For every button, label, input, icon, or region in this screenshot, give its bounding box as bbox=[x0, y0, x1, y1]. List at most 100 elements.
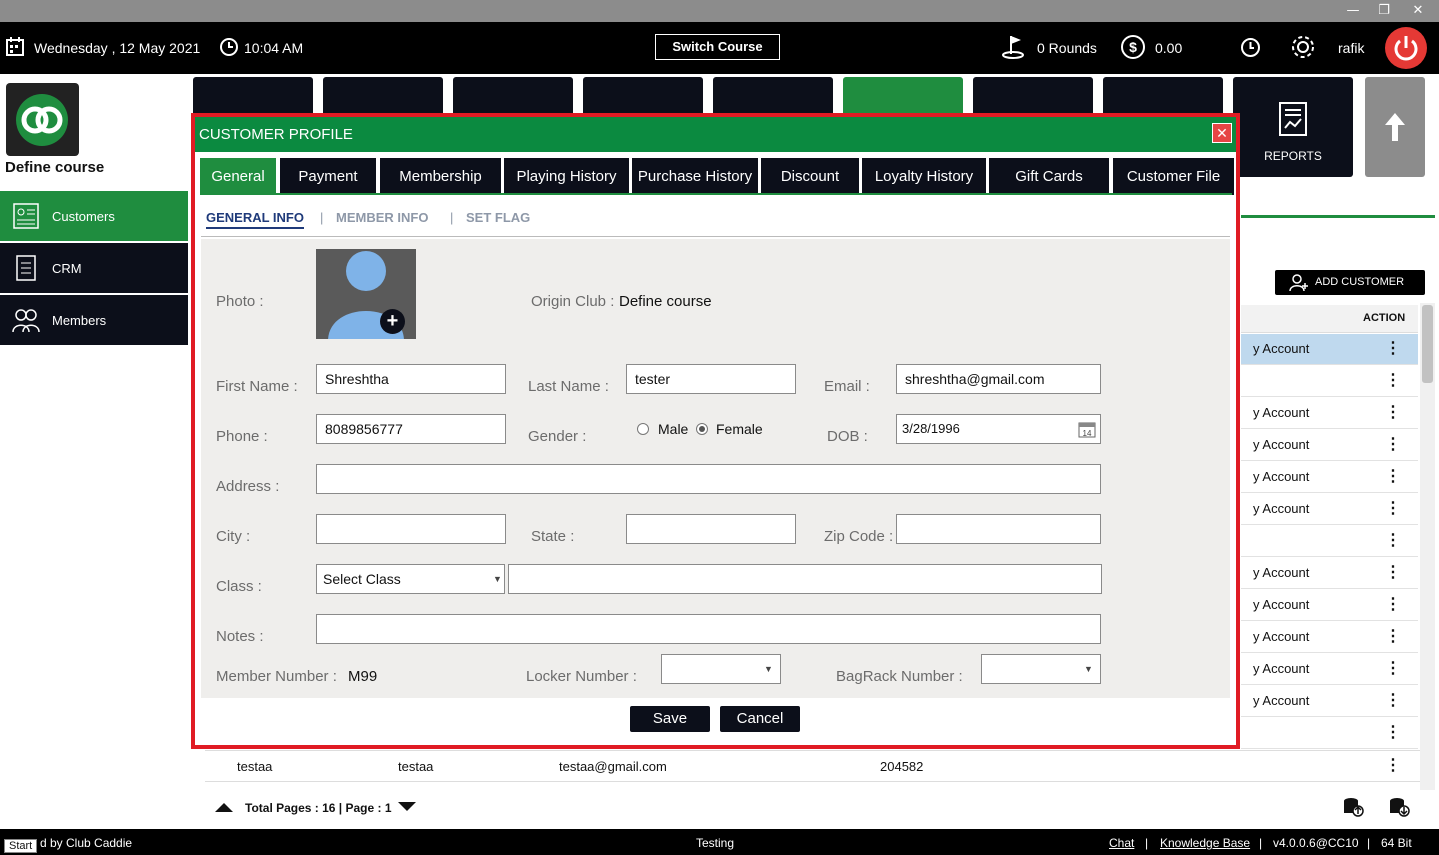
origin-club-value: Define course bbox=[619, 293, 712, 310]
username[interactable]: rafik bbox=[1338, 40, 1364, 56]
row-account-text: y Account bbox=[1253, 469, 1310, 484]
row-divider bbox=[1241, 460, 1418, 461]
tab-membership[interactable]: Membership bbox=[380, 158, 501, 195]
window-close-button[interactable]: ✕ bbox=[1408, 2, 1428, 20]
separator: | bbox=[1145, 836, 1149, 850]
dollar-icon: $ bbox=[1121, 35, 1145, 59]
tab-discount[interactable]: Discount bbox=[761, 158, 859, 195]
database-upload-icon[interactable] bbox=[1342, 796, 1364, 818]
gear-icon[interactable] bbox=[1290, 34, 1316, 60]
page-down-icon[interactable] bbox=[397, 801, 417, 813]
knowledge-base-link[interactable]: Knowledge Base bbox=[1160, 836, 1250, 850]
table-scrollbar[interactable] bbox=[1420, 303, 1435, 790]
report-icon bbox=[1279, 102, 1307, 136]
tab-customer-file[interactable]: Customer File bbox=[1113, 158, 1234, 195]
tab-general[interactable]: General bbox=[200, 158, 276, 195]
class-select[interactable]: Select Class ▼ bbox=[316, 564, 505, 594]
sidebar-item-label: Customers bbox=[52, 209, 115, 224]
city-field[interactable] bbox=[316, 514, 506, 544]
class-detail-field[interactable] bbox=[508, 564, 1102, 594]
row-action-menu-icon[interactable]: ⋮ bbox=[1385, 755, 1401, 775]
row-divider bbox=[1241, 684, 1418, 685]
locker-number-select[interactable]: ▼ bbox=[661, 654, 781, 684]
row-action-menu-icon[interactable]: ⋮ bbox=[1385, 594, 1401, 614]
tab-gift-cards[interactable]: Gift Cards bbox=[989, 158, 1109, 195]
row-action-menu-icon[interactable]: ⋮ bbox=[1385, 690, 1401, 710]
history-clock-icon[interactable] bbox=[1240, 37, 1261, 58]
row-action-menu-icon[interactable]: ⋮ bbox=[1385, 498, 1401, 518]
zip-code-field[interactable] bbox=[896, 514, 1101, 544]
sidebar-item-customers[interactable]: Customers bbox=[0, 191, 188, 241]
last-name-field[interactable]: tester bbox=[626, 364, 796, 394]
modal-close-button[interactable]: ✕ bbox=[1212, 123, 1232, 143]
bagrack-number-select[interactable]: ▼ bbox=[981, 654, 1101, 684]
tab-purchase-history[interactable]: Purchase History bbox=[632, 158, 758, 195]
sidebar-item-crm[interactable]: CRM bbox=[0, 243, 188, 293]
sidebar-item-members[interactable]: Members bbox=[0, 295, 188, 345]
state-field[interactable] bbox=[626, 514, 796, 544]
scrollbar-thumb[interactable] bbox=[1422, 305, 1433, 383]
cancel-button[interactable]: Cancel bbox=[720, 706, 800, 732]
state-label: State : bbox=[531, 528, 575, 545]
database-download-icon[interactable] bbox=[1388, 796, 1410, 818]
start-button[interactable]: Start bbox=[4, 839, 38, 853]
chat-link[interactable]: Chat bbox=[1109, 836, 1134, 850]
add-customer-button[interactable]: ADD CUSTOMER bbox=[1275, 270, 1425, 295]
row-divider bbox=[1241, 620, 1418, 621]
row-action-menu-icon[interactable]: ⋮ bbox=[1385, 338, 1401, 358]
male-radio[interactable] bbox=[637, 423, 649, 435]
email-field[interactable]: shreshtha@gmail.com bbox=[896, 364, 1101, 394]
course-name: Define course bbox=[5, 159, 105, 176]
row-account-text: y Account bbox=[1253, 501, 1310, 516]
row-action-menu-icon[interactable]: ⋮ bbox=[1385, 434, 1401, 454]
first-name-field[interactable]: Shreshtha bbox=[316, 364, 506, 394]
minimize-button[interactable]: — bbox=[1343, 2, 1363, 20]
row-action-menu-icon[interactable]: ⋮ bbox=[1385, 626, 1401, 646]
tab-playing-history[interactable]: Playing History bbox=[504, 158, 629, 195]
scroll-up-tile[interactable] bbox=[1365, 77, 1425, 177]
row-action-menu-icon[interactable]: ⋮ bbox=[1385, 466, 1401, 486]
row-action-menu-icon[interactable]: ⋮ bbox=[1385, 530, 1401, 550]
male-label: Male bbox=[658, 421, 689, 437]
row-action-menu-icon[interactable]: ⋮ bbox=[1385, 402, 1401, 422]
rounds-count: 0 Rounds bbox=[1037, 40, 1097, 56]
phone-field[interactable]: 8089856777 bbox=[316, 414, 506, 444]
row-divider bbox=[1241, 652, 1418, 653]
power-button[interactable] bbox=[1385, 27, 1427, 69]
zip-code-label: Zip Code : bbox=[824, 528, 894, 545]
add-photo-icon[interactable]: + bbox=[380, 309, 405, 334]
save-button[interactable]: Save bbox=[630, 706, 710, 732]
subtab-set-flag[interactable]: SET FLAG bbox=[466, 210, 530, 225]
address-field[interactable] bbox=[316, 464, 1101, 494]
tab-loyalty-history[interactable]: Loyalty History bbox=[862, 158, 986, 195]
table-row[interactable]: testaa testaa testaa@gmail.com 204582 ⋮ bbox=[205, 750, 1420, 782]
subtab-separator: | bbox=[450, 210, 454, 225]
members-group-icon bbox=[12, 309, 40, 333]
notes-field[interactable] bbox=[316, 614, 1101, 644]
current-date: Wednesday , 12 May 2021 bbox=[34, 40, 201, 56]
address-label: Address : bbox=[216, 478, 280, 495]
last-name-label: Last Name : bbox=[528, 378, 609, 395]
notes-label: Notes : bbox=[216, 628, 264, 645]
row-action-menu-icon[interactable]: ⋮ bbox=[1385, 722, 1401, 742]
subtab-general-info[interactable]: GENERAL INFO bbox=[206, 210, 304, 229]
row-action-menu-icon[interactable]: ⋮ bbox=[1385, 370, 1401, 390]
profile-photo[interactable]: + bbox=[316, 249, 416, 339]
restore-button[interactable]: ❐ bbox=[1374, 2, 1394, 20]
date-picker-icon[interactable]: 14 bbox=[1078, 420, 1096, 438]
row-divider bbox=[1241, 492, 1418, 493]
row-action-menu-icon[interactable]: ⋮ bbox=[1385, 658, 1401, 678]
reports-label: REPORTS bbox=[1264, 149, 1322, 163]
locker-number-label: Locker Number : bbox=[526, 668, 637, 685]
page-up-icon[interactable] bbox=[214, 801, 234, 813]
dob-field[interactable]: 3/28/1996 bbox=[896, 414, 1101, 444]
club-logo bbox=[6, 83, 79, 156]
tile-reports[interactable]: REPORTS bbox=[1233, 77, 1353, 177]
status-bar: Start d by Club Caddie Testing Chat | Kn… bbox=[0, 829, 1439, 855]
subtab-member-info[interactable]: MEMBER INFO bbox=[336, 210, 428, 225]
top-header: Wednesday , 12 May 2021 10:04 AM Switch … bbox=[0, 22, 1439, 74]
female-radio[interactable] bbox=[696, 423, 708, 435]
tab-payment[interactable]: Payment bbox=[280, 158, 376, 195]
row-action-menu-icon[interactable]: ⋮ bbox=[1385, 562, 1401, 582]
switch-course-button[interactable]: Switch Course bbox=[655, 34, 780, 60]
